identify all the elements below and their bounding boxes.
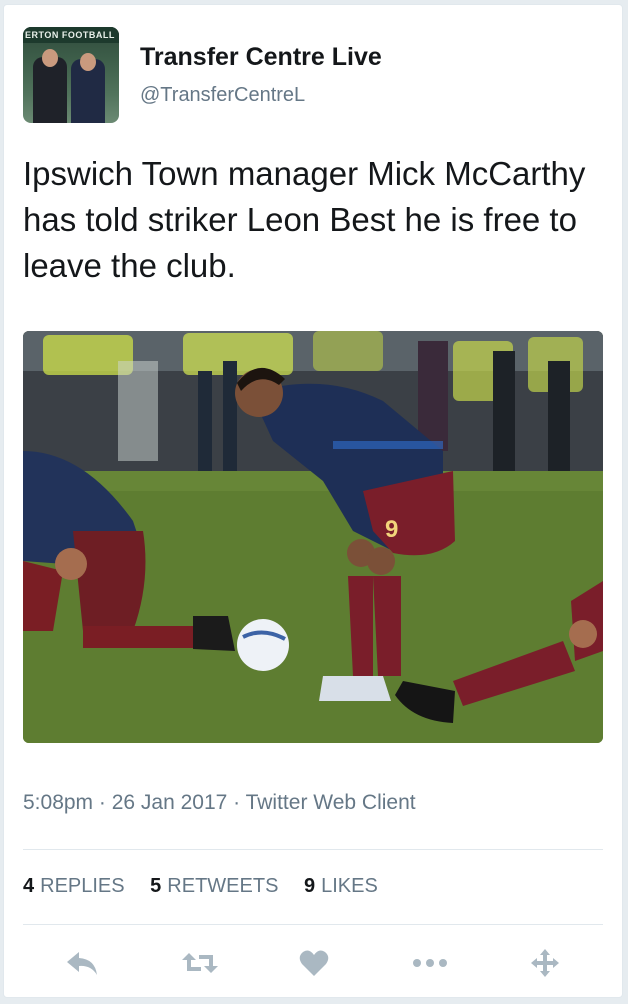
retweet-icon bbox=[182, 953, 218, 973]
reply-button[interactable] bbox=[62, 943, 102, 983]
tweet-stats: 4 REPLIES 5 RETWEETS 9 LIKES bbox=[23, 875, 398, 898]
move-button[interactable] bbox=[525, 943, 565, 983]
replies-stat[interactable]: 4 REPLIES bbox=[23, 875, 125, 898]
replies-label: REPLIES bbox=[40, 875, 125, 897]
tweet-actions bbox=[4, 943, 624, 983]
retweets-stat[interactable]: 5 RETWEETS bbox=[150, 875, 278, 898]
tweet-text: Ipswich Town manager Mick McCarthy has t… bbox=[23, 155, 586, 284]
move-arrows-icon bbox=[531, 949, 559, 977]
retweets-count: 5 bbox=[150, 875, 162, 897]
likes-label: LIKES bbox=[321, 875, 378, 897]
tweet-timestamp[interactable]: 5:08pm · 26 Jan 2017 · Twitter Web Clien… bbox=[23, 791, 416, 815]
tweet-photo[interactable]: 9 bbox=[23, 331, 603, 743]
retweets-label: RETWEETS bbox=[167, 875, 279, 897]
user-handle[interactable]: @TransferCentreL bbox=[140, 84, 305, 107]
like-heart-icon bbox=[299, 950, 329, 976]
likes-stat[interactable]: 9 LIKES bbox=[304, 875, 378, 898]
more-dots-icon bbox=[413, 959, 447, 967]
divider bbox=[23, 924, 603, 925]
replies-count: 4 bbox=[23, 875, 35, 897]
retweet-button[interactable] bbox=[180, 943, 220, 983]
more-button[interactable] bbox=[410, 943, 450, 983]
tweet-card: ERTON FOOTBALL Transfer Centre Live @Tra… bbox=[3, 4, 623, 998]
likes-count: 9 bbox=[303, 875, 316, 897]
shirt-number: 9 bbox=[385, 516, 398, 543]
display-name[interactable]: Transfer Centre Live bbox=[140, 43, 382, 72]
reply-icon bbox=[67, 952, 97, 975]
avatar-banner-text: ERTON FOOTBALL bbox=[23, 27, 119, 43]
divider bbox=[23, 849, 603, 850]
profile-avatar[interactable]: ERTON FOOTBALL bbox=[23, 27, 119, 123]
like-button[interactable] bbox=[294, 943, 334, 983]
